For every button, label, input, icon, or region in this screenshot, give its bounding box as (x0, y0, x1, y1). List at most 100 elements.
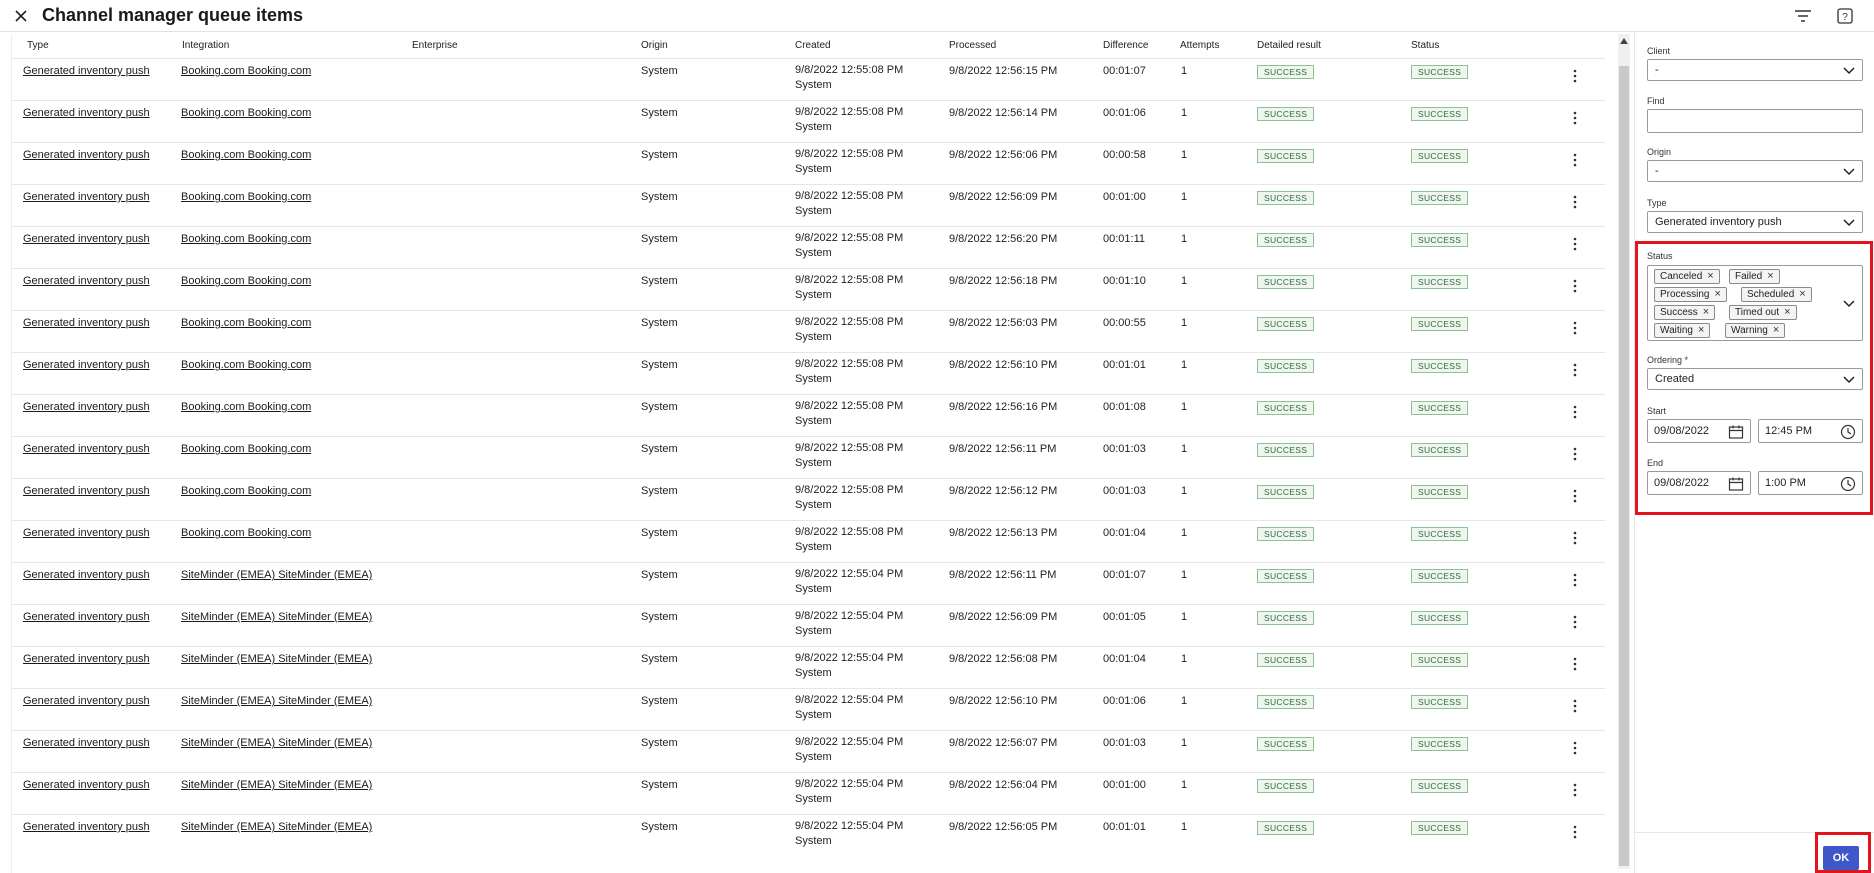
integration-link[interactable]: Booking.com Booking.com (181, 359, 311, 371)
table-row[interactable]: Generated inventory push Booking.com Book… (12, 226, 1605, 268)
end-time-input[interactable]: 1:00 PM (1758, 471, 1863, 495)
type-select[interactable]: Generated inventory push (1647, 211, 1863, 233)
type-link[interactable]: Generated inventory push (23, 275, 150, 287)
integration-link[interactable]: Booking.com Booking.com (181, 275, 311, 287)
column-header-enterprise[interactable]: Enterprise (412, 40, 458, 51)
column-header-integration[interactable]: Integration (182, 40, 229, 51)
table-row[interactable]: Generated inventory push Booking.com Book… (12, 394, 1605, 436)
integration-link[interactable]: Booking.com Booking.com (181, 317, 311, 329)
table-row[interactable]: Generated inventory push Booking.com Book… (12, 520, 1605, 562)
table-row[interactable]: Generated inventory push SiteMinder (EMEA… (12, 604, 1605, 646)
table-row[interactable]: Generated inventory push SiteMinder (EMEA… (12, 646, 1605, 688)
filter-icon[interactable] (1792, 5, 1814, 27)
integration-link[interactable]: Booking.com Booking.com (181, 107, 311, 119)
more-options-icon[interactable] (1568, 361, 1582, 379)
origin-select[interactable]: - (1647, 160, 1863, 182)
ok-button[interactable]: OK (1823, 846, 1859, 870)
more-options-icon[interactable] (1568, 571, 1582, 589)
remove-chip-icon[interactable]: × (1784, 306, 1790, 319)
calendar-icon[interactable] (1728, 476, 1744, 492)
remove-chip-icon[interactable]: × (1773, 324, 1779, 337)
integration-link[interactable]: Booking.com Booking.com (181, 149, 311, 161)
end-date-input[interactable]: 09/08/2022 (1647, 471, 1751, 495)
type-link[interactable]: Generated inventory push (23, 191, 150, 203)
table-row[interactable]: Generated inventory push SiteMinder (EMEA… (12, 814, 1605, 856)
table-row[interactable]: Generated inventory push Booking.com Book… (12, 310, 1605, 352)
type-link[interactable]: Generated inventory push (23, 107, 150, 119)
column-header-processed[interactable]: Processed (949, 40, 996, 51)
type-link[interactable]: Generated inventory push (23, 233, 150, 245)
table-row[interactable]: Generated inventory push SiteMinder (EMEA… (12, 562, 1605, 604)
client-select[interactable]: - (1647, 59, 1863, 81)
type-link[interactable]: Generated inventory push (23, 611, 150, 623)
type-link[interactable]: Generated inventory push (23, 821, 150, 833)
integration-link[interactable]: Booking.com Booking.com (181, 191, 311, 203)
type-link[interactable]: Generated inventory push (23, 317, 150, 329)
remove-chip-icon[interactable]: × (1703, 306, 1709, 319)
table-row[interactable]: Generated inventory push SiteMinder (EMEA… (12, 772, 1605, 814)
more-options-icon[interactable] (1568, 277, 1582, 295)
more-options-icon[interactable] (1568, 445, 1582, 463)
table-row[interactable]: Generated inventory push SiteMinder (EMEA… (12, 730, 1605, 772)
more-options-icon[interactable] (1568, 739, 1582, 757)
type-link[interactable]: Generated inventory push (23, 401, 150, 413)
type-link[interactable]: Generated inventory push (23, 737, 150, 749)
integration-link[interactable]: Booking.com Booking.com (181, 401, 311, 413)
column-header-difference[interactable]: Difference (1103, 40, 1148, 51)
integration-link[interactable]: Booking.com Booking.com (181, 65, 311, 77)
type-link[interactable]: Generated inventory push (23, 779, 150, 791)
clock-icon[interactable] (1840, 476, 1856, 492)
start-date-input[interactable]: 09/08/2022 (1647, 419, 1751, 443)
column-header-origin[interactable]: Origin (641, 40, 668, 51)
column-header-status[interactable]: Status (1411, 40, 1439, 51)
table-row[interactable]: Generated inventory push Booking.com Book… (12, 184, 1605, 226)
table-row[interactable]: Generated inventory push Booking.com Book… (12, 436, 1605, 478)
type-link[interactable]: Generated inventory push (23, 569, 150, 581)
help-icon[interactable]: ? (1834, 5, 1856, 27)
column-header-detailed-result[interactable]: Detailed result (1257, 40, 1321, 51)
more-options-icon[interactable] (1568, 193, 1582, 211)
type-link[interactable]: Generated inventory push (23, 65, 150, 77)
more-options-icon[interactable] (1568, 781, 1582, 799)
more-options-icon[interactable] (1568, 823, 1582, 841)
more-options-icon[interactable] (1568, 697, 1582, 715)
chevron-down-icon[interactable] (1843, 298, 1855, 308)
table-row[interactable]: Generated inventory push Booking.com Book… (12, 478, 1605, 520)
more-options-icon[interactable] (1568, 487, 1582, 505)
type-link[interactable]: Generated inventory push (23, 485, 150, 497)
column-header-type[interactable]: Type (27, 40, 49, 51)
integration-link[interactable]: SiteMinder (EMEA) SiteMinder (EMEA) (181, 695, 372, 707)
more-options-icon[interactable] (1568, 67, 1582, 85)
table-row[interactable]: Generated inventory push SiteMinder (EMEA… (12, 688, 1605, 730)
integration-link[interactable]: Booking.com Booking.com (181, 233, 311, 245)
integration-link[interactable]: SiteMinder (EMEA) SiteMinder (EMEA) (181, 611, 372, 623)
integration-link[interactable]: SiteMinder (EMEA) SiteMinder (EMEA) (181, 779, 372, 791)
table-row[interactable]: Generated inventory push Booking.com Book… (12, 268, 1605, 310)
more-options-icon[interactable] (1568, 151, 1582, 169)
type-link[interactable]: Generated inventory push (23, 527, 150, 539)
clock-icon[interactable] (1840, 424, 1856, 440)
table-row[interactable]: Generated inventory push Booking.com Book… (12, 100, 1605, 142)
table-row[interactable]: Generated inventory push Booking.com Book… (12, 58, 1605, 100)
start-time-input[interactable]: 12:45 PM (1758, 419, 1863, 443)
table-row[interactable]: Generated inventory push Booking.com Book… (12, 352, 1605, 394)
find-input[interactable] (1647, 109, 1863, 133)
remove-chip-icon[interactable]: × (1707, 270, 1713, 283)
remove-chip-icon[interactable]: × (1698, 324, 1704, 337)
integration-link[interactable]: SiteMinder (EMEA) SiteMinder (EMEA) (181, 569, 372, 581)
more-options-icon[interactable] (1568, 235, 1582, 253)
close-icon[interactable] (12, 7, 30, 25)
more-options-icon[interactable] (1568, 655, 1582, 673)
type-link[interactable]: Generated inventory push (23, 443, 150, 455)
integration-link[interactable]: Booking.com Booking.com (181, 485, 311, 497)
more-options-icon[interactable] (1568, 109, 1582, 127)
ordering-select[interactable]: Created (1647, 368, 1863, 390)
integration-link[interactable]: Booking.com Booking.com (181, 527, 311, 539)
integration-link[interactable]: Booking.com Booking.com (181, 443, 311, 455)
remove-chip-icon[interactable]: × (1714, 288, 1720, 301)
type-link[interactable]: Generated inventory push (23, 695, 150, 707)
more-options-icon[interactable] (1568, 319, 1582, 337)
column-header-created[interactable]: Created (795, 40, 831, 51)
scroll-up-arrow-icon[interactable] (1619, 36, 1629, 46)
integration-link[interactable]: SiteMinder (EMEA) SiteMinder (EMEA) (181, 821, 372, 833)
